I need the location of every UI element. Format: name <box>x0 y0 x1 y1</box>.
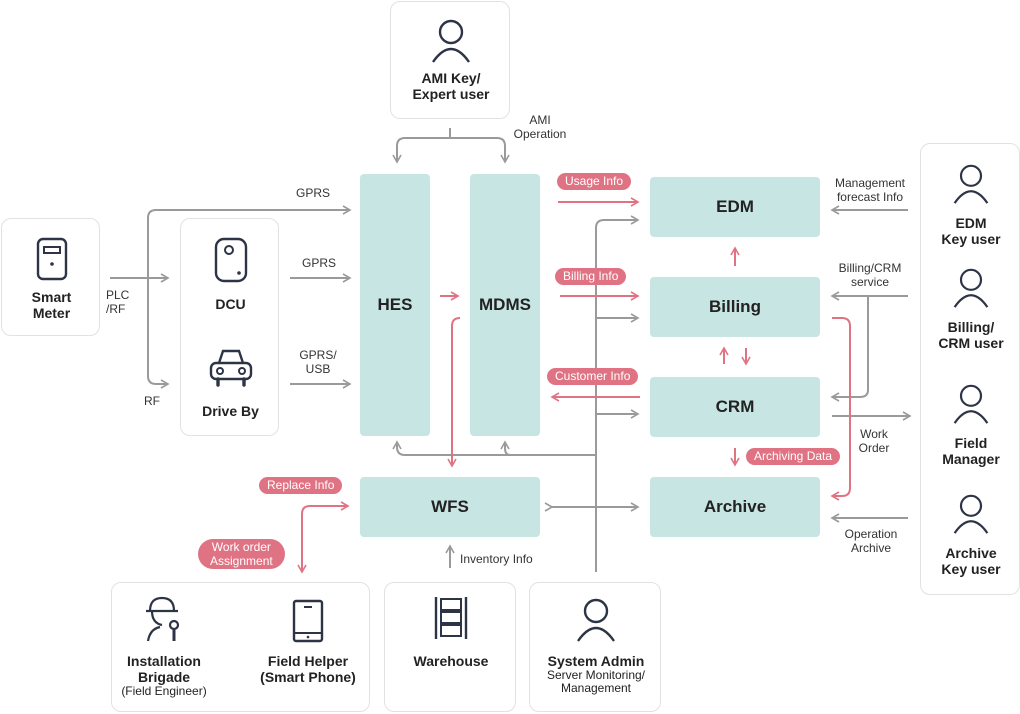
system-admin-card: System Admin Server Monitoring/ Manageme… <box>529 582 661 712</box>
billing-system[interactable]: Billing <box>650 277 820 337</box>
ami-to-hes-line <box>392 128 451 164</box>
replace-info-line <box>301 501 350 572</box>
archive-user-icon <box>953 494 989 534</box>
dcu-icon <box>214 237 248 283</box>
edm-user-icon <box>953 164 989 204</box>
customer-info-pill: Customer Info <box>547 368 639 385</box>
mdms-system[interactable]: MDMS <box>470 174 540 436</box>
billing-info-pill: Billing Info <box>555 268 627 285</box>
billing-user-label: Billing/CRM user <box>938 319 1004 351</box>
engineer-icon <box>146 596 180 642</box>
installation-brigade-label: Installation Brigade (Field Engineer) <box>121 653 207 698</box>
hes-system[interactable]: HES <box>360 174 430 436</box>
bus-to-mdms-line <box>500 440 511 456</box>
car-icon <box>209 349 253 387</box>
ami-key-user-card: AMI Key/Expert user <box>390 1 510 119</box>
system-admin-label: System Admin Server Monitoring/ Manageme… <box>546 653 646 695</box>
warehouse-label: Warehouse <box>413 653 489 669</box>
smart-meter-icon <box>36 237 68 281</box>
admin-user-icon <box>577 598 615 642</box>
rf-label: RF <box>144 394 160 408</box>
user-icon <box>432 19 470 63</box>
usage-info-pill: Usage Info <box>557 173 632 190</box>
mdms-to-wfs-line <box>447 317 461 468</box>
warehouse-card: Warehouse <box>384 582 516 712</box>
archive-user-label: Archive Key user <box>941 545 1001 577</box>
smart-meter-label: Smart Meter <box>31 289 72 321</box>
smart-meter-card: Smart Meter <box>1 218 100 336</box>
crm-system[interactable]: CRM <box>650 377 820 437</box>
meter-rf-line <box>147 278 170 389</box>
gprs-dcu-label: GPRS <box>302 256 337 270</box>
gprs-usb-label: GPRS/USB <box>299 348 337 376</box>
archive-system[interactable]: Archive <box>650 477 820 537</box>
archiving-data-pill: Archiving Data <box>746 448 841 465</box>
key-users-card: EDM Key user Billing/CRM user Field Manage… <box>920 143 1020 595</box>
edm-user-label: EDM Key user <box>941 215 1001 247</box>
bus-to-hes-line <box>392 440 596 456</box>
dcu-driveby-card: DCU Drive By <box>180 218 279 436</box>
field-manager-icon <box>953 384 989 424</box>
field-manager-label: Field Manager <box>942 435 1000 467</box>
work-order-label: Work Order <box>858 427 890 455</box>
edm-system[interactable]: EDM <box>650 177 820 237</box>
field-helper-label: Field Helper (Smart Phone) <box>260 653 356 685</box>
wfs-system[interactable]: WFS <box>360 477 540 537</box>
dcu-label: DCU <box>215 296 246 312</box>
ami-to-mdms-line <box>450 137 510 164</box>
billing-user-icon <box>953 268 989 308</box>
installation-card: Installation Brigade (Field Engineer) Fie… <box>111 582 370 712</box>
billing-to-archive-line <box>830 317 851 501</box>
work-order-assignment-pill: Work order Assignment <box>198 539 285 569</box>
replace-info-pill: Replace Info <box>259 477 343 494</box>
drive-by-label: Drive By <box>202 403 259 419</box>
inventory-info-label: Inventory Info <box>460 552 533 566</box>
ami-key-user-label: AMI Key/Expert user <box>412 70 490 102</box>
ami-operation-label: AMI Operation <box>513 113 567 141</box>
operation-archive-label: Operation Archive <box>844 527 898 555</box>
plc-rf-label: PLC/RF <box>106 288 130 316</box>
warehouse-shelf-icon <box>434 597 468 639</box>
gprs-top-label: GPRS <box>296 186 331 200</box>
mgmt-forecast-label: Management forecast Info <box>834 176 906 204</box>
billing-crm-service-label: Billing/CRM service <box>838 261 902 289</box>
smartphone-icon <box>292 599 324 643</box>
